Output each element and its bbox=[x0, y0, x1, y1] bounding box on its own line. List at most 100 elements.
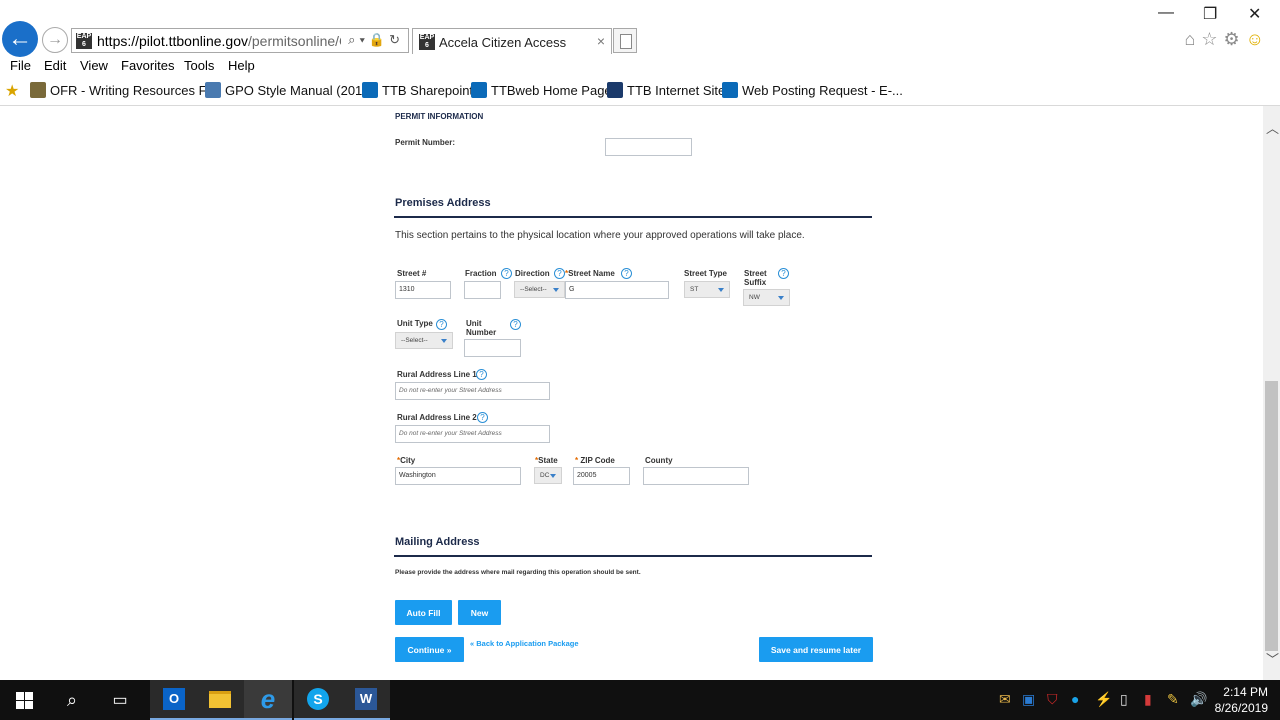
new-address-button[interactable]: New bbox=[458, 600, 501, 625]
outlook-icon: O bbox=[163, 688, 185, 710]
mail-tray-icon[interactable]: ✉ bbox=[999, 691, 1011, 708]
close-window-icon[interactable]: ✕ bbox=[1248, 4, 1261, 24]
street-suffix-help-icon[interactable]: ? bbox=[778, 268, 789, 279]
county-input[interactable] bbox=[643, 467, 749, 485]
unit-number-help-icon[interactable]: ? bbox=[510, 319, 521, 330]
street-number-input[interactable]: 1310 bbox=[395, 281, 451, 299]
task-view-button[interactable]: ▭ bbox=[96, 680, 144, 720]
favorite-ttbweb[interactable]: TTBweb Home Page bbox=[471, 82, 612, 98]
zip-input[interactable]: 20005 bbox=[573, 467, 630, 485]
taskbar-outlook[interactable]: O bbox=[150, 680, 198, 720]
gear-icon[interactable]: ⚙ bbox=[1223, 29, 1245, 49]
rural-line2-help-icon[interactable]: ? bbox=[477, 412, 488, 423]
sharepoint-icon bbox=[722, 82, 738, 98]
search-button[interactable]: ⌕ bbox=[48, 680, 96, 720]
browser-chrome: ← → EAP 6 https://pilot.ttbonline.gov/pe… bbox=[0, 0, 1280, 106]
arrow-right-icon: → bbox=[47, 31, 63, 48]
unit-type-help-icon[interactable]: ? bbox=[436, 319, 447, 330]
continue-button[interactable]: Continue » bbox=[395, 637, 464, 662]
direction-help-icon[interactable]: ? bbox=[554, 268, 565, 279]
address-bar[interactable]: EAP 6 https://pilot.ttbonline.gov/permit… bbox=[71, 28, 409, 53]
taskbar-word[interactable]: W bbox=[342, 680, 390, 720]
street-suffix-select[interactable]: NW bbox=[743, 289, 790, 306]
state-select[interactable]: DC bbox=[534, 467, 562, 484]
taskbar-file-explorer[interactable] bbox=[196, 680, 244, 720]
browser-tab[interactable]: EAP 6 Accela Citizen Access × bbox=[412, 28, 612, 54]
usb-tray-icon[interactable]: ▯ bbox=[1120, 691, 1128, 708]
fraction-help-icon[interactable]: ? bbox=[501, 268, 512, 279]
start-button[interactable] bbox=[0, 680, 48, 720]
unit-type-select[interactable]: --Select-- bbox=[395, 332, 453, 349]
lock-icon[interactable]: 🔒 bbox=[369, 32, 389, 47]
star-icon[interactable]: ☆ bbox=[1201, 29, 1223, 49]
rural-line1-input[interactable]: Do not re-enter your Street Address bbox=[395, 382, 550, 400]
volume-icon[interactable]: 🔊 bbox=[1190, 691, 1207, 708]
county-label: County bbox=[645, 456, 673, 465]
street-type-select[interactable]: ST bbox=[684, 281, 730, 298]
scrollbar-thumb[interactable] bbox=[1265, 381, 1278, 651]
taskbar-internet-explorer[interactable]: e bbox=[244, 680, 292, 720]
alert-tray-icon[interactable]: ▮ bbox=[1144, 691, 1152, 708]
smiley-feedback-icon[interactable]: ☺ bbox=[1246, 29, 1270, 49]
street-name-input[interactable]: G bbox=[565, 281, 669, 299]
address-url[interactable]: https://pilot.ttbonline.gov/permitsonlin… bbox=[97, 33, 341, 49]
restore-icon[interactable]: ❐ bbox=[1203, 4, 1217, 24]
forward-button[interactable]: → bbox=[42, 27, 68, 53]
system-clock[interactable]: 2:14 PM 8/26/2019 bbox=[1215, 684, 1268, 716]
menu-tools[interactable]: Tools bbox=[184, 58, 214, 73]
rural-line2-input[interactable]: Do not re-enter your Street Address bbox=[395, 425, 550, 443]
skype-icon: S bbox=[307, 688, 329, 710]
mcafee-tray-icon[interactable]: ⛉ bbox=[1047, 691, 1058, 708]
unit-number-input[interactable] bbox=[464, 339, 521, 357]
favorite-label: Web Posting Request - E-... bbox=[742, 83, 903, 98]
favorite-ttb-sharepoint[interactable]: TTB Sharepoint bbox=[362, 82, 473, 98]
city-input[interactable]: Washington bbox=[395, 467, 521, 485]
notes-tray-icon[interactable]: ✎ bbox=[1167, 691, 1179, 708]
chevron-up-icon[interactable]: ︿ bbox=[1266, 118, 1279, 137]
minimize-icon[interactable]: — bbox=[1158, 4, 1174, 22]
internet-explorer-icon: e bbox=[260, 683, 276, 714]
direction-select[interactable]: --Select-- bbox=[514, 281, 565, 298]
menu-help[interactable]: Help bbox=[228, 58, 255, 73]
rural-line1-placeholder: Do not re-enter your Street Address bbox=[399, 387, 502, 394]
street-name-help-icon[interactable]: ? bbox=[621, 268, 632, 279]
auto-fill-button[interactable]: Auto Fill bbox=[395, 600, 452, 625]
favorite-ofr[interactable]: OFR - Writing Resources F... bbox=[30, 82, 216, 98]
favorites-star-icon[interactable]: ★ bbox=[5, 81, 19, 101]
fraction-label: Fraction bbox=[465, 269, 497, 278]
dropdown-icon[interactable]: ▾ bbox=[359, 32, 368, 47]
tab-close-icon[interactable]: × bbox=[597, 33, 605, 49]
permit-number-input[interactable] bbox=[605, 138, 692, 156]
menu-view[interactable]: View bbox=[80, 58, 108, 73]
network-tray-icon[interactable]: ⚡ bbox=[1095, 691, 1112, 708]
windows-taskbar: ⌕ ▭ O e S W ✉ ▣ ⛉ ● ⚡ ▯ ▮ ✎ 🔊 2:14 PM 8/… bbox=[0, 680, 1280, 720]
chevron-down-icon[interactable]: ﹀ bbox=[1266, 649, 1279, 668]
menu-file[interactable]: File bbox=[10, 58, 31, 73]
back-to-application-link[interactable]: « Back to Application Package bbox=[470, 639, 579, 648]
back-button[interactable]: ← bbox=[2, 21, 38, 57]
favorite-gpo[interactable]: GPO Style Manual (2016) bbox=[205, 82, 374, 98]
vertical-scrollbar[interactable]: ︿ ﹀ bbox=[1263, 106, 1280, 680]
favorite-web-posting[interactable]: Web Posting Request - E-... bbox=[722, 82, 903, 98]
home-icon[interactable]: ⌂ bbox=[1184, 29, 1201, 49]
favorite-label: TTB Internet Site bbox=[627, 83, 726, 98]
refresh-icon[interactable]: ↻ bbox=[389, 32, 404, 47]
word-icon: W bbox=[355, 688, 377, 710]
menu-favorites[interactable]: Favorites bbox=[121, 58, 174, 73]
site-favicon-icon: EAP 6 bbox=[76, 33, 92, 49]
favorite-ttb-internet[interactable]: TTB Internet Site bbox=[607, 82, 725, 98]
rural-line1-label: Rural Address Line 1 bbox=[397, 370, 477, 379]
required-marker: * bbox=[575, 456, 579, 465]
save-resume-button[interactable]: Save and resume later bbox=[759, 637, 873, 662]
rural-line1-help-icon[interactable]: ? bbox=[476, 369, 487, 380]
mailing-heading: Mailing Address bbox=[395, 536, 480, 548]
outlook-tray-icon[interactable]: ▣ bbox=[1022, 691, 1035, 708]
search-icon[interactable]: ⌕ bbox=[348, 32, 359, 47]
premises-divider bbox=[394, 216, 872, 218]
taskbar-skype[interactable]: S bbox=[294, 680, 342, 720]
skype-tray-icon[interactable]: ● bbox=[1071, 691, 1079, 707]
menu-edit[interactable]: Edit bbox=[44, 58, 66, 73]
url-path: /permitsonline/Cap bbox=[248, 33, 341, 49]
new-tab-button[interactable] bbox=[613, 28, 637, 53]
fraction-input[interactable] bbox=[464, 281, 501, 299]
